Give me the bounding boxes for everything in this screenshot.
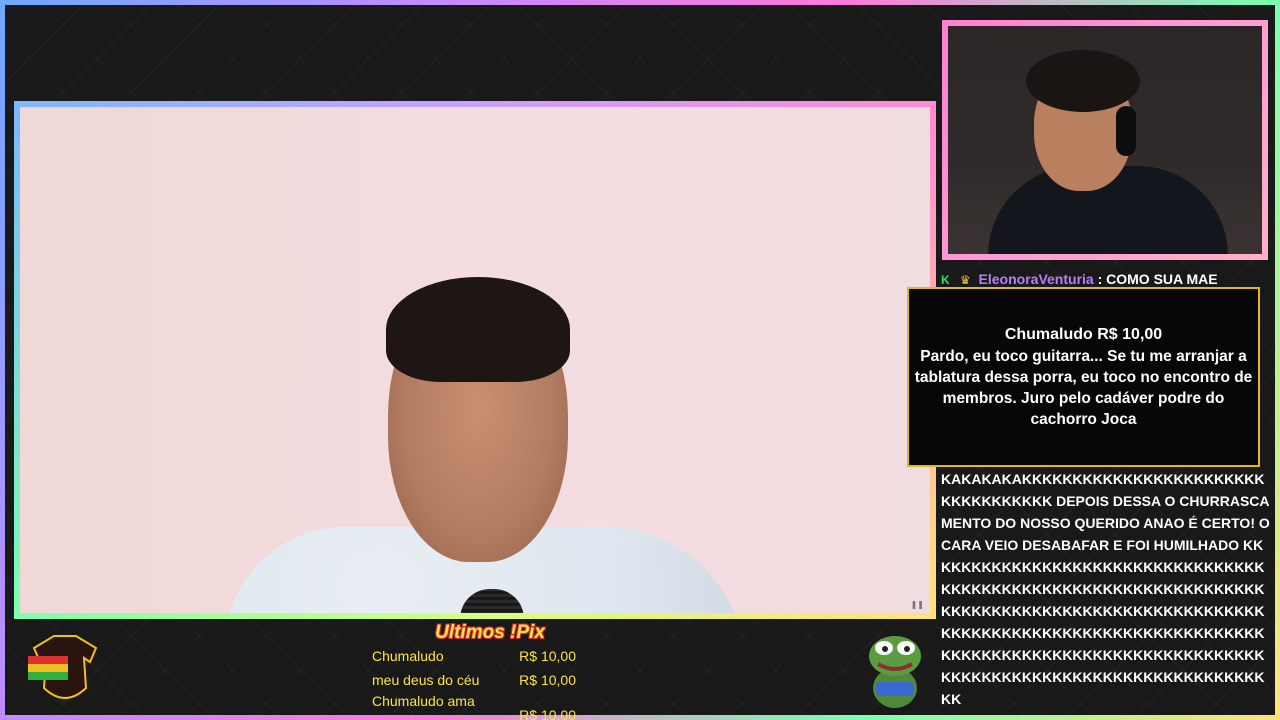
main-video-frame: ❚❚ (14, 101, 936, 619)
kick-badge-icon: K (941, 273, 950, 287)
latest-pix-panel: Ultimos !Pix Chumaludo R$ 10,00 meu deus… (360, 622, 600, 720)
pix-title: Ultimos !Pix (435, 622, 545, 643)
pix-value: R$ 10,00 (519, 672, 576, 688)
pause-icon[interactable]: ❚❚ (911, 600, 924, 609)
pix-name: Chumaludo ama (372, 693, 475, 709)
headphones-icon (1116, 106, 1136, 156)
chat-message-text: : COMO SUA MAE (1097, 271, 1218, 287)
webcam-frame (942, 20, 1268, 260)
channel-logo-icon (28, 635, 98, 699)
pix-name: Chumaludo (372, 648, 444, 664)
alert-message: Pardo, eu toco guitarra... Se tu me arra… (914, 348, 1253, 428)
pix-entry: Chumaludo ama R$ 10,00 (360, 692, 600, 720)
alert-title: Chumaludo R$ 10,00 (1004, 326, 1163, 343)
pix-entry: meu deus do céu R$ 10,00 (360, 668, 600, 692)
pix-entry: Chumaludo R$ 10,00 (360, 644, 600, 668)
main-video[interactable]: ❚❚ (20, 107, 930, 613)
webcam-feed (948, 26, 1262, 254)
chat-username[interactable]: EleonoraVenturia (979, 271, 1094, 287)
video-person-hair (386, 277, 570, 382)
donation-alert: Chumaludo R$ 10,00 Pardo, eu toco guitar… (907, 287, 1260, 467)
pix-value: R$ 10,00 (519, 648, 576, 664)
streamer-hair (1026, 50, 1140, 112)
pix-value: R$ 10,00 (519, 707, 576, 720)
pix-name: meu deus do céu (372, 672, 480, 688)
chat-message-text: KAKAKAKAKKKKKKKKKKKKKKKKKKKKKKKKKKKKKKKK… (941, 471, 1270, 707)
pepe-frog-icon (869, 636, 921, 708)
